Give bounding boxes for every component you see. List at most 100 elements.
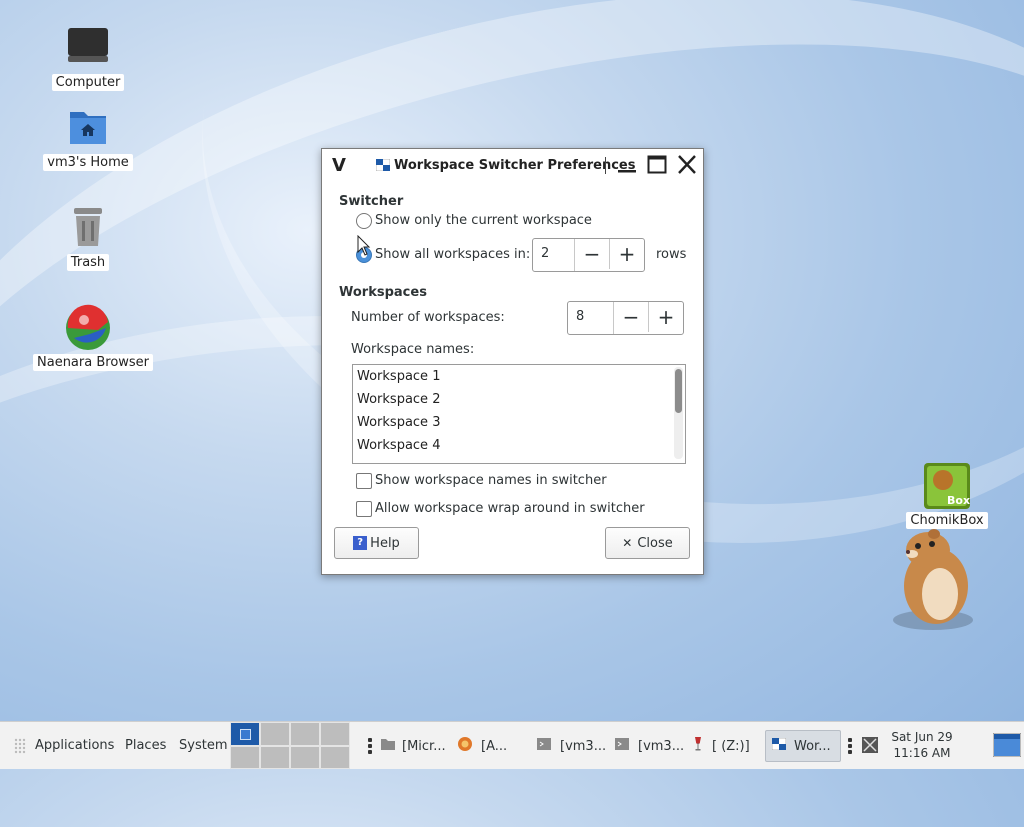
- close-button[interactable]: ✕ Close: [605, 527, 690, 559]
- dialog-title: Workspace Switcher Preferences: [394, 158, 636, 173]
- workspace-switcher-icon: [375, 158, 391, 172]
- system-menu[interactable]: System: [179, 738, 227, 753]
- bottom-panel: Applications Places System [Micr... [A..…: [0, 721, 1024, 769]
- rows-value[interactable]: 2: [533, 239, 575, 271]
- task-wine[interactable]: [ (Z:)]: [694, 730, 758, 762]
- clock[interactable]: Sat Jun 29 11:16 AM: [880, 729, 964, 761]
- close-button-label: Close: [637, 535, 673, 551]
- rows-decrement-button[interactable]: −: [575, 239, 609, 269]
- task-terminal-2[interactable]: [vm3...: [614, 730, 686, 762]
- workspace-cell[interactable]: [290, 722, 320, 746]
- clock-date: Sat Jun 29: [891, 730, 953, 744]
- list-item[interactable]: Workspace 4: [353, 434, 685, 457]
- show-desktop-icon[interactable]: [992, 732, 1022, 761]
- clock-time: 11:16 AM: [893, 746, 951, 760]
- list-item[interactable]: Workspace 2: [353, 388, 685, 411]
- titlebar-separator: [605, 157, 606, 174]
- rows-label: rows: [656, 247, 687, 262]
- desktop-icon-label: ChomikBox: [906, 512, 988, 529]
- home-folder-icon: [64, 104, 112, 152]
- applications-menu[interactable]: Applications: [35, 738, 114, 753]
- terminal-icon: [614, 737, 630, 755]
- desktop-icon-trash[interactable]: Trash: [33, 204, 143, 271]
- task-browser[interactable]: [A...: [457, 730, 527, 762]
- workspace-names-list[interactable]: Workspace 1 Workspace 2 Workspace 3 Work…: [352, 364, 686, 464]
- workspace-cell[interactable]: [320, 722, 350, 746]
- workspaces-heading: Workspaces: [339, 285, 427, 300]
- number-of-workspaces-value[interactable]: 8: [568, 302, 614, 334]
- task-label: [A...: [481, 738, 508, 754]
- help-icon: ?: [353, 536, 368, 550]
- workspace-cell[interactable]: [230, 722, 260, 746]
- workspace-cell[interactable]: [320, 745, 350, 769]
- globe-browser-icon: [64, 304, 112, 352]
- number-of-workspaces-spinner[interactable]: 8 − +: [567, 301, 684, 335]
- desktop-icon-label: Computer: [51, 74, 125, 91]
- plus-icon: +: [618, 242, 636, 266]
- hamster-mascot: [888, 528, 978, 632]
- show-current-workspace-radio[interactable]: [356, 213, 372, 229]
- desktop-icon-chomikbox[interactable]: Box ChomikBox: [892, 462, 1002, 529]
- desktop-icon-label: Trash: [66, 254, 110, 271]
- task-workspace-preferences[interactable]: Wor...: [765, 730, 841, 762]
- workspaces-increment-button[interactable]: +: [648, 302, 683, 332]
- task-label: [Micr...: [402, 738, 446, 754]
- close-window-button[interactable]: [676, 155, 698, 175]
- list-scrollbar-thumb[interactable]: [675, 369, 682, 413]
- task-terminal-1[interactable]: [vm3...: [536, 730, 608, 762]
- close-icon: ✕: [622, 536, 633, 550]
- switcher-heading: Switcher: [339, 194, 404, 209]
- task-label: [ (Z:)]: [712, 738, 750, 754]
- svg-text:Box: Box: [947, 494, 970, 507]
- task-label: [vm3...: [560, 738, 607, 754]
- maximize-button[interactable]: [646, 155, 668, 175]
- monitor-icon: [64, 24, 112, 72]
- rows-increment-button[interactable]: +: [609, 239, 644, 269]
- workspace-cell[interactable]: [290, 745, 320, 769]
- workspace-icon: [771, 737, 787, 754]
- network-status-icon[interactable]: [862, 737, 878, 757]
- chomikbox-icon: Box: [923, 462, 971, 510]
- workspaces-decrement-button[interactable]: −: [614, 302, 648, 332]
- show-all-workspaces-label[interactable]: Show all workspaces in:: [375, 247, 530, 262]
- workspace-cell[interactable]: [230, 745, 260, 769]
- wrap-around-checkbox[interactable]: [356, 501, 372, 517]
- terminal-icon: [536, 737, 552, 755]
- minimize-button[interactable]: [616, 155, 638, 175]
- workspace-names-label: Workspace names:: [351, 342, 475, 357]
- folder-icon: [380, 737, 396, 755]
- help-button-label: Help: [370, 535, 400, 551]
- list-item[interactable]: Workspace 1: [353, 365, 685, 388]
- task-label: [vm3...: [638, 738, 685, 754]
- places-menu[interactable]: Places: [125, 738, 166, 753]
- show-names-checkbox[interactable]: [356, 473, 372, 489]
- rows-spinner[interactable]: 2 − +: [532, 238, 645, 272]
- wine-icon: [694, 736, 702, 756]
- show-current-workspace-label[interactable]: Show only the current workspace: [375, 213, 592, 228]
- desktop-icon-computer[interactable]: Computer: [33, 24, 143, 91]
- desktop-icon-label: Naenara Browser: [33, 354, 154, 371]
- workspace-cell[interactable]: [260, 722, 290, 746]
- tray-handle-icon[interactable]: [848, 738, 852, 754]
- task-micr[interactable]: [Micr...: [380, 730, 452, 762]
- workspace-cell[interactable]: [260, 745, 290, 769]
- desktop-icon-naenara[interactable]: Naenara Browser: [33, 304, 154, 371]
- plus-icon: +: [657, 305, 675, 329]
- workspace-switcher[interactable]: [230, 722, 350, 769]
- show-names-label[interactable]: Show workspace names in switcher: [375, 473, 607, 488]
- task-label: Wor...: [794, 738, 831, 754]
- window-menu-logo[interactable]: V: [332, 155, 346, 176]
- list-item[interactable]: Workspace 3: [353, 411, 685, 434]
- browser-icon: [457, 736, 473, 756]
- wrap-around-label[interactable]: Allow workspace wrap around in switcher: [375, 501, 645, 516]
- desktop-icon-home[interactable]: vm3's Home: [33, 104, 143, 171]
- minus-icon: −: [622, 305, 640, 329]
- mouse-cursor-icon: [357, 234, 371, 261]
- minus-icon: −: [583, 242, 601, 266]
- minimize-icon: [618, 170, 636, 173]
- dialog-titlebar[interactable]: V Workspace Switcher Preferences: [322, 149, 703, 181]
- help-button[interactable]: ? Help: [334, 527, 419, 559]
- trash-icon: [64, 204, 112, 252]
- panel-grip-icon: [14, 738, 26, 754]
- tasklist-handle-icon[interactable]: [368, 738, 372, 754]
